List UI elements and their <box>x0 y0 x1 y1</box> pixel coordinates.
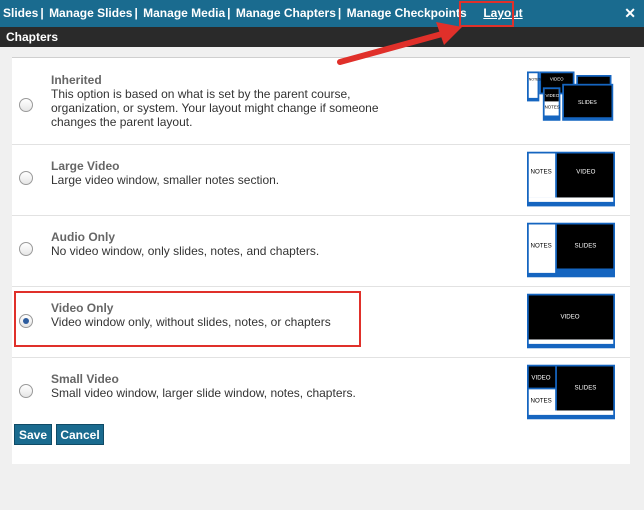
annotation-arrow-icon <box>337 22 462 65</box>
